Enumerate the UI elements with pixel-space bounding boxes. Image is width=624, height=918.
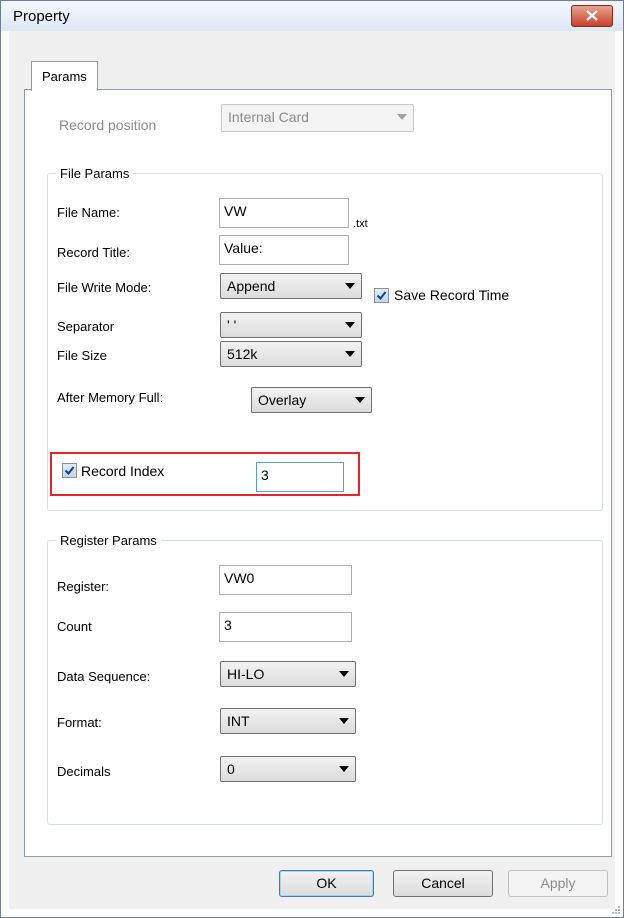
save-record-time-checkbox[interactable]	[374, 288, 389, 303]
record-title-input[interactable]: Value:	[219, 235, 349, 265]
cancel-button[interactable]: Cancel	[393, 870, 493, 897]
count-value: 3	[224, 617, 232, 633]
record-title-label: Record Title:	[57, 245, 130, 260]
window-title: Property	[13, 8, 70, 25]
decimals-select[interactable]: 0	[220, 756, 356, 782]
chevron-down-icon	[339, 766, 349, 772]
chevron-down-icon	[397, 114, 407, 120]
data-sequence-select[interactable]: HI-LO	[220, 661, 356, 687]
record-position-label: Record position	[59, 117, 157, 133]
chevron-down-icon	[345, 322, 355, 328]
checkmark-icon	[376, 291, 387, 301]
close-button[interactable]	[571, 5, 613, 27]
record-position-select[interactable]: Internal Card	[221, 104, 414, 132]
format-select[interactable]: INT	[220, 708, 356, 734]
count-label: Count	[57, 619, 92, 634]
file-name-value: VW	[224, 203, 247, 219]
file-write-mode-label: File Write Mode:	[57, 280, 152, 295]
after-memory-full-value: Overlay	[258, 392, 307, 408]
record-index-label: Record Index	[81, 463, 165, 479]
decimals-label: Decimals	[57, 764, 111, 779]
register-label: Register:	[57, 579, 110, 594]
file-write-mode-value: Append	[227, 278, 276, 294]
decimals-value: 0	[227, 761, 235, 777]
apply-button[interactable]: Apply	[508, 870, 608, 897]
title-bar[interactable]: Property	[1, 1, 623, 31]
file-write-mode-select[interactable]: Append	[220, 273, 362, 299]
data-sequence-label: Data Sequence:	[57, 669, 151, 684]
record-index-checkbox[interactable]	[62, 463, 77, 478]
chevron-down-icon	[345, 351, 355, 357]
chevron-down-icon	[345, 283, 355, 289]
ok-button[interactable]: OK	[279, 870, 374, 897]
property-dialog: Property Params Record position Internal…	[0, 0, 624, 918]
format-value: INT	[227, 713, 250, 729]
chevron-down-icon	[339, 671, 349, 677]
file-extension-label: .txt	[353, 218, 368, 230]
after-memory-full-select[interactable]: Overlay	[251, 387, 372, 413]
after-memory-full-label: After Memory Full:	[57, 390, 164, 405]
save-record-time-label: Save Record Time	[394, 287, 510, 303]
resize-grip-icon[interactable]	[611, 905, 621, 915]
separator-label: Separator	[57, 319, 115, 334]
chevron-down-icon	[339, 718, 349, 724]
format-label: Format:	[57, 715, 102, 730]
file-name-input[interactable]: VW	[219, 198, 349, 228]
tab-params-label: Params	[42, 69, 87, 84]
checkmark-icon	[64, 466, 75, 476]
separator-select[interactable]: ' '	[220, 312, 362, 338]
file-params-group-label: File Params	[56, 166, 134, 181]
record-index-input[interactable]: 3	[256, 462, 344, 492]
tab-params[interactable]: Params	[31, 61, 98, 91]
count-input[interactable]: 3	[219, 612, 352, 642]
file-size-select[interactable]: 512k	[220, 341, 362, 367]
data-sequence-value: HI-LO	[227, 666, 265, 682]
record-title-value: Value:	[224, 240, 263, 256]
file-size-label: File Size	[57, 348, 107, 363]
file-name-label: File Name:	[57, 205, 120, 220]
separator-value: ' '	[227, 317, 237, 333]
file-size-value: 512k	[227, 346, 258, 362]
chevron-down-icon	[355, 397, 365, 403]
register-params-group-label: Register Params	[56, 533, 161, 548]
record-index-value: 3	[261, 467, 269, 483]
register-value: VW0	[224, 570, 255, 586]
register-input[interactable]: VW0	[219, 565, 352, 595]
close-icon	[586, 10, 598, 21]
record-position-value: Internal Card	[228, 109, 309, 125]
